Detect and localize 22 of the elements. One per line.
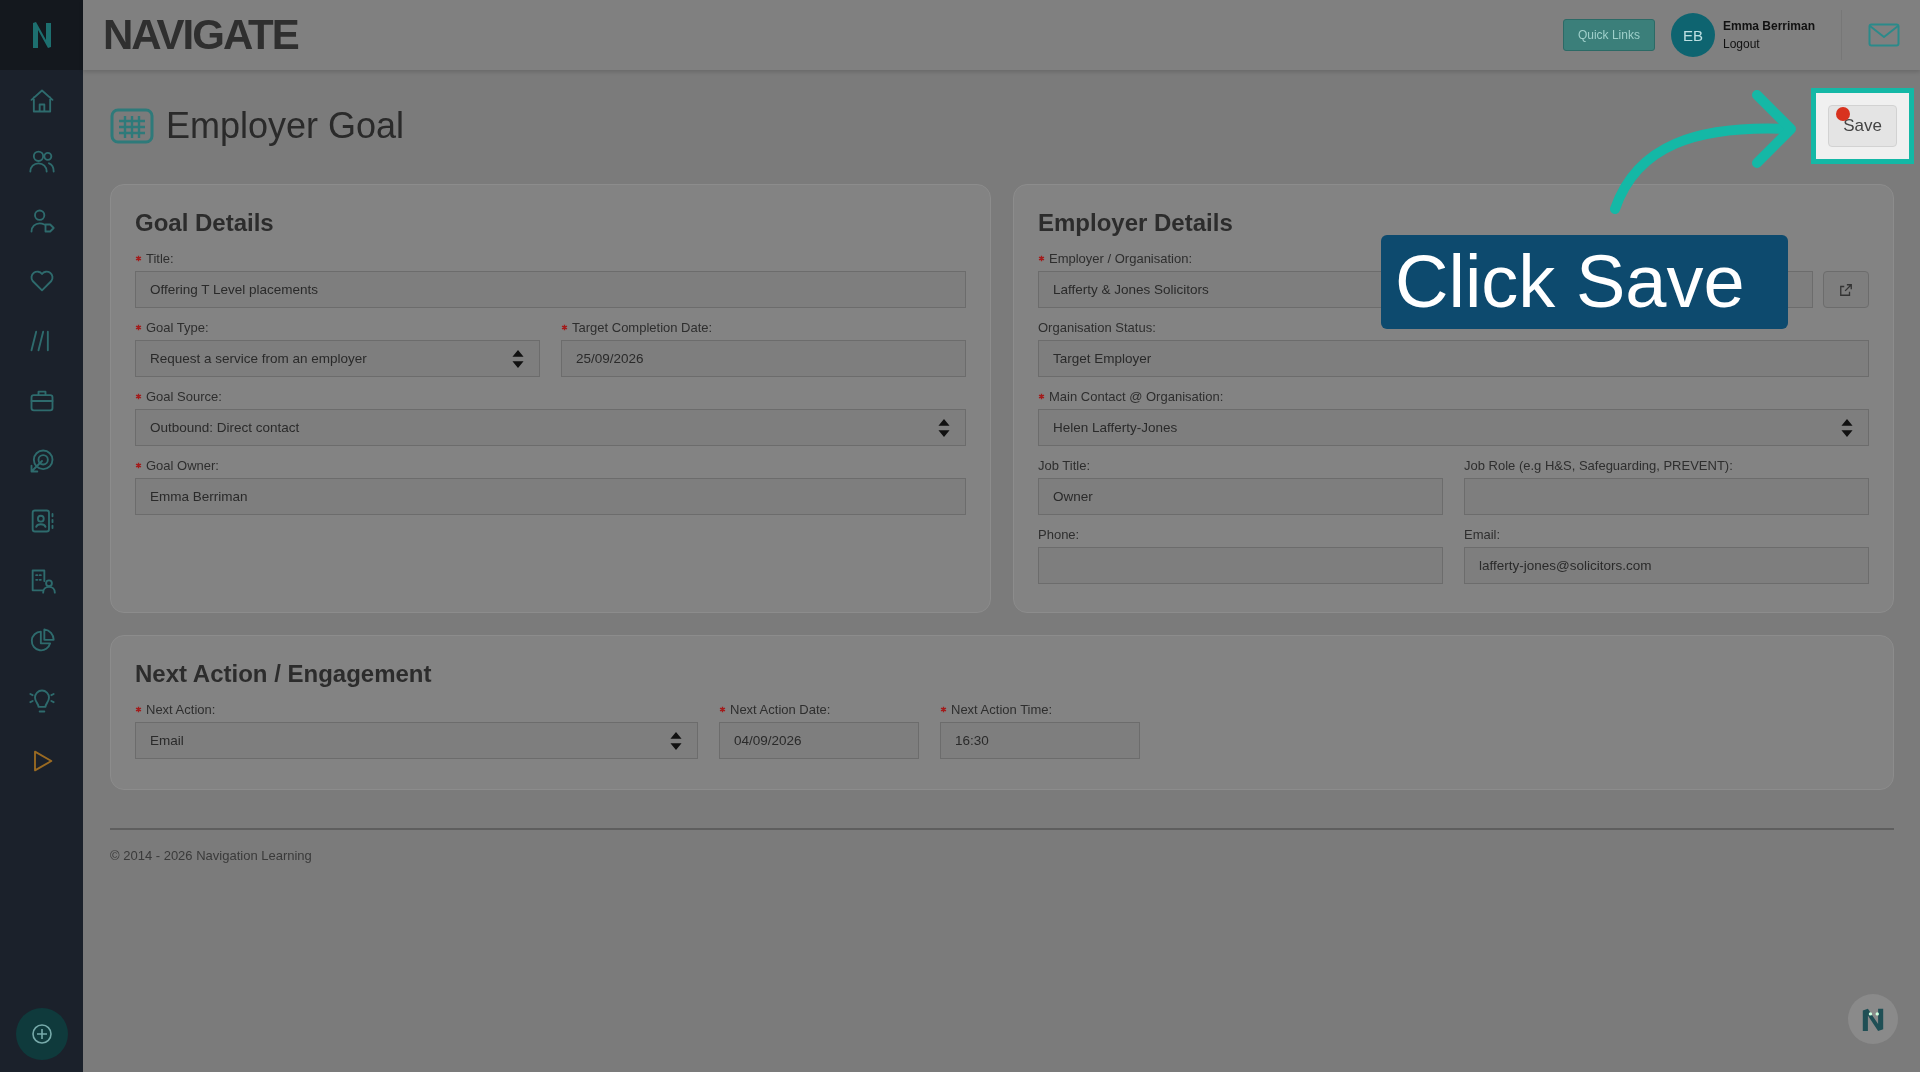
field-label: Next Action Date:: [730, 702, 831, 717]
click-hint-tooltip: Click Save: [1381, 235, 1788, 329]
page-title: Employer Goal: [166, 105, 405, 147]
card-title: Next Action / Engagement: [135, 660, 433, 688]
copyright-text: © 2014 - 2026 Navigation Learning: [110, 848, 312, 863]
field-label: Phone:: [1038, 527, 1080, 542]
field-label: Next Action:: [146, 702, 216, 717]
field-label: Employer / Organisation:: [1049, 251, 1193, 266]
card-title: Goal Details: [135, 209, 275, 237]
field-label: Main Contact @ Organisation:: [1049, 389, 1224, 404]
field-label: Organisation Status:: [1038, 320, 1156, 335]
field-label: Title:: [146, 251, 174, 266]
field-label: Email:: [1464, 527, 1501, 542]
field-label: Next Action Time:: [951, 702, 1053, 717]
field-label: Goal Source:: [146, 389, 222, 404]
field-label: Job Role (e.g H&S, Safeguarding, PREVENT):: [1464, 458, 1733, 473]
field-label: Goal Owner:: [146, 458, 219, 473]
field-label: Goal Type:: [146, 320, 209, 335]
card-title: Employer Details: [1038, 209, 1234, 237]
field-label: Job Title:: [1038, 458, 1091, 473]
field-label: Target Completion Date:: [572, 320, 713, 335]
user-name: Emma Berriman: [1722, 19, 1815, 33]
